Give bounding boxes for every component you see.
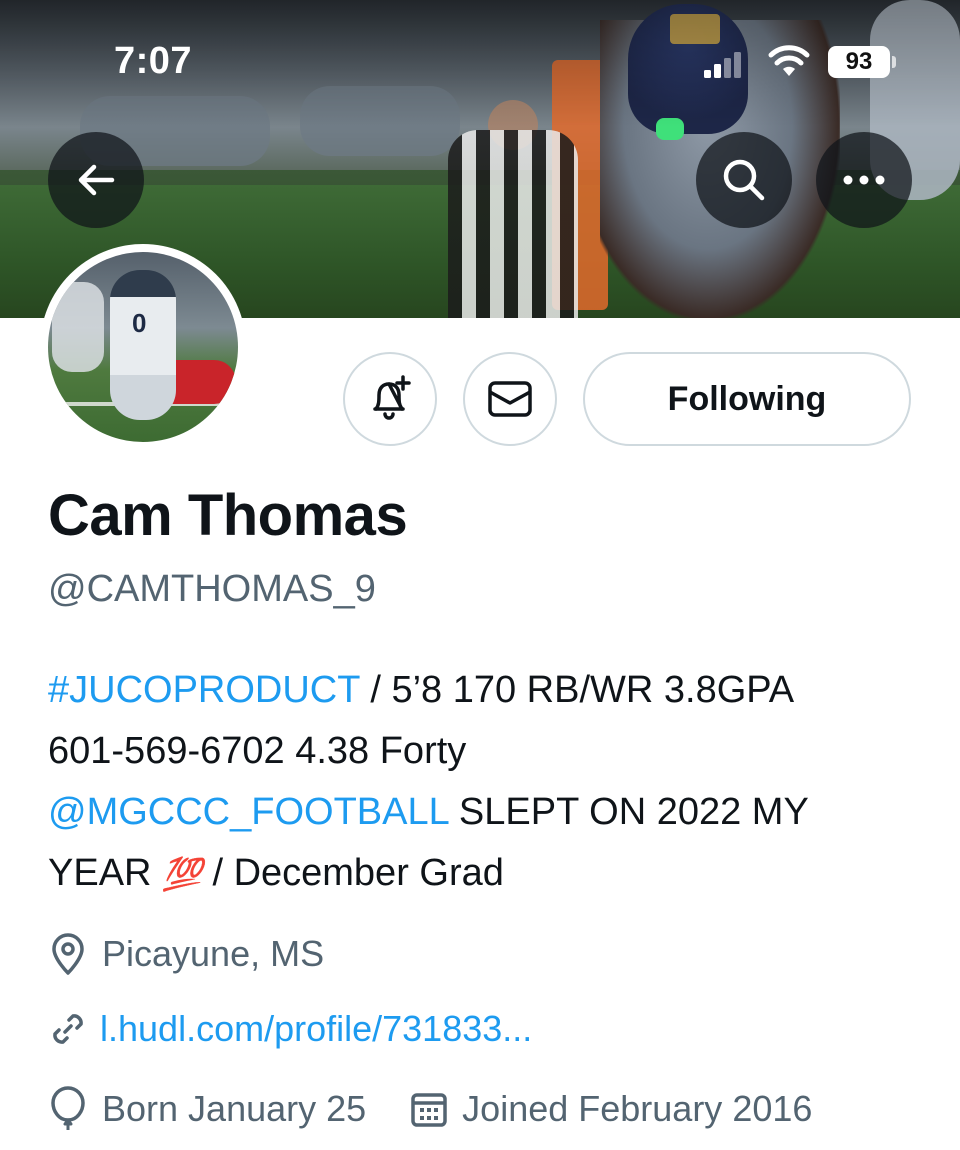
message-button[interactable] <box>463 352 557 446</box>
birthday-text: Born January 25 <box>102 1088 367 1129</box>
birthday-item: Born January 25 <box>48 1086 366 1132</box>
bio-line: 601-569-6702 4.38 Forty <box>48 721 928 782</box>
profile-avatar[interactable]: 0 <box>40 244 246 450</box>
arrow-left-icon <box>78 164 115 196</box>
status-time: 7:07 <box>114 40 193 82</box>
profile-bio: #JUCOPRODUCT / 5’8 170 RB/WR 3.8GPA 601-… <box>48 660 928 904</box>
location-text: Picayune, MS <box>102 933 325 974</box>
profile-dates: Born January 25 Joined February 2016 <box>48 1086 812 1132</box>
battery-cap <box>892 56 896 68</box>
hashtag-link[interactable]: #JUCOPRODUCT <box>48 669 360 711</box>
bio-text: / 5’8 170 RB/WR 3.8GPA <box>359 669 795 711</box>
cellular-signal-icon <box>704 52 741 78</box>
search-icon <box>723 159 765 201</box>
user-handle: @CAMTHOMAS_9 <box>48 568 376 610</box>
more-options-button[interactable] <box>816 132 912 228</box>
notifications-button[interactable] <box>343 352 437 446</box>
bio-text: / December Grad <box>201 852 504 894</box>
joined-item: Joined February 2016 <box>410 1088 812 1130</box>
bio-line: #JUCOPRODUCT / 5’8 170 RB/WR 3.8GPA <box>48 660 928 721</box>
back-button[interactable] <box>48 132 144 228</box>
following-button[interactable]: Following <box>583 352 911 446</box>
bio-line: YEAR 💯 / December Grad <box>48 843 928 904</box>
hundred-points-emoji: 💯 <box>162 856 202 892</box>
bio-text: 601-569-6702 4.38 Forty <box>48 730 467 772</box>
search-button[interactable] <box>696 132 792 228</box>
link-icon <box>53 1014 83 1044</box>
bell-plus-icon <box>373 375 411 420</box>
bio-text: SLEPT ON 2022 MY <box>448 791 809 833</box>
profile-location: Picayune, MS <box>48 932 324 976</box>
profile-website[interactable]: l.hudl.com/profile/731833... <box>48 1008 532 1050</box>
envelope-icon <box>488 381 532 417</box>
mention-link[interactable]: @MGCCC_FOOTBALL <box>48 791 448 833</box>
bio-text: YEAR <box>48 852 163 894</box>
calendar-icon <box>411 1093 447 1127</box>
bio-line: @MGCCC_FOOTBALL SLEPT ON 2022 MY <box>48 782 928 843</box>
battery-indicator: 93 <box>828 46 890 78</box>
more-horizontal-icon <box>843 175 885 185</box>
display-name: Cam Thomas <box>48 483 408 548</box>
balloon-icon <box>51 1086 85 1130</box>
wifi-icon <box>768 45 810 76</box>
location-pin-icon <box>52 933 84 975</box>
website-link[interactable]: l.hudl.com/profile/731833... <box>100 1008 532 1050</box>
joined-text: Joined February 2016 <box>462 1088 813 1129</box>
avatar-photo: 0 <box>48 252 238 442</box>
